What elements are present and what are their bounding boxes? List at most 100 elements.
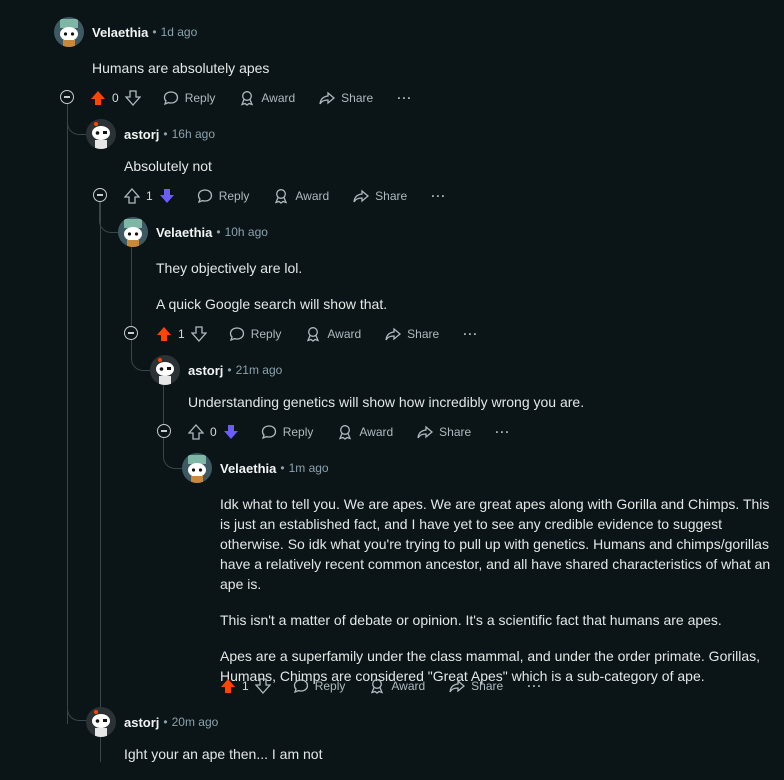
- comment-header: astorj • 21m ago: [150, 354, 282, 386]
- thread-line: [100, 202, 101, 762]
- snoo-avatar-icon: [188, 455, 206, 483]
- reply-label: Reply: [250, 327, 282, 341]
- collapse-button[interactable]: [124, 326, 138, 340]
- avatar[interactable]: [182, 453, 212, 483]
- speech-bubble-icon: [229, 327, 244, 342]
- upvote-arrow-icon[interactable]: [188, 424, 204, 440]
- thread-branch: [131, 340, 152, 371]
- share-label: Share: [439, 425, 472, 439]
- reply-button[interactable]: Reply: [163, 90, 215, 106]
- share-button[interactable]: Share: [385, 326, 439, 342]
- comment-actions: 1 Reply Award Share ···: [156, 320, 478, 348]
- timestamp[interactable]: 1m ago: [289, 461, 329, 475]
- award-label: Award: [261, 91, 296, 105]
- more-options-button[interactable]: ···: [397, 91, 412, 105]
- timestamp[interactable]: 10h ago: [225, 225, 268, 239]
- timestamp[interactable]: 20m ago: [172, 715, 219, 729]
- reply-button[interactable]: Reply: [293, 678, 345, 694]
- author-name[interactable]: astorj: [188, 363, 223, 378]
- comment-paragraph: They objectively are lol.: [156, 260, 303, 276]
- share-button[interactable]: Share: [319, 90, 373, 106]
- award-icon: [307, 327, 320, 342]
- award-label: Award: [327, 327, 362, 341]
- timestamp[interactable]: 21m ago: [236, 363, 283, 377]
- vote-count: 0: [210, 425, 217, 439]
- collapse-button[interactable]: [157, 424, 171, 438]
- author-name[interactable]: Velaethia: [220, 461, 276, 476]
- upvote-arrow-icon[interactable]: [124, 188, 140, 204]
- award-button[interactable]: Award: [273, 188, 329, 204]
- author-name[interactable]: astorj: [124, 127, 159, 142]
- timestamp[interactable]: 1d ago: [161, 25, 198, 39]
- comment-header: Velaethia • 1d ago: [54, 16, 197, 48]
- upvote-arrow-icon[interactable]: [220, 678, 236, 694]
- share-button[interactable]: Share: [449, 678, 503, 694]
- vote-count: 0: [112, 91, 119, 105]
- author-name[interactable]: Velaethia: [156, 225, 212, 240]
- award-button[interactable]: Award: [337, 424, 393, 440]
- downvote-arrow-icon[interactable]: [159, 188, 175, 204]
- award-button[interactable]: Award: [369, 678, 425, 694]
- speech-bubble-icon: [293, 679, 308, 694]
- upvote-arrow-icon[interactable]: [156, 326, 172, 342]
- comment-actions: 1 Reply Award Share ···: [220, 672, 542, 700]
- avatar[interactable]: [86, 119, 116, 149]
- comment-header: Velaethia • 1m ago: [182, 452, 329, 484]
- downvote-arrow-icon[interactable]: [254, 678, 271, 694]
- vote-count: 1: [178, 327, 185, 341]
- more-options-button[interactable]: ···: [527, 679, 542, 693]
- snoo-avatar-icon: [124, 219, 142, 247]
- more-options-button[interactable]: ···: [431, 189, 446, 203]
- share-arrow-icon: [353, 189, 370, 203]
- comment-body: Idk what to tell you. We are apes. We ar…: [220, 494, 776, 702]
- upvote-arrow-icon[interactable]: [90, 90, 106, 106]
- comment-header: astorj • 20m ago: [86, 706, 218, 738]
- share-button[interactable]: Share: [353, 188, 407, 204]
- award-button[interactable]: Award: [239, 90, 295, 106]
- share-label: Share: [375, 189, 408, 203]
- speech-bubble-icon: [197, 189, 212, 204]
- award-label: Award: [359, 425, 394, 439]
- avatar[interactable]: [118, 217, 148, 247]
- comment-paragraph: This isn't a matter of debate or opinion…: [220, 612, 722, 628]
- thread-line: [163, 384, 164, 424]
- share-button[interactable]: Share: [417, 424, 471, 440]
- collapse-button[interactable]: [60, 90, 74, 104]
- snoo-avatar-icon: [156, 358, 174, 385]
- reply-button[interactable]: Reply: [261, 424, 313, 440]
- downvote-arrow-icon[interactable]: [190, 326, 207, 342]
- downvote-arrow-icon[interactable]: [223, 424, 239, 440]
- reply-label: Reply: [218, 189, 250, 203]
- share-label: Share: [341, 91, 374, 105]
- timestamp[interactable]: 16h ago: [172, 127, 215, 141]
- comment-actions: 1 Reply Award Share ···: [124, 182, 446, 210]
- share-arrow-icon: [449, 679, 466, 693]
- reply-button[interactable]: Reply: [229, 326, 282, 342]
- snoo-avatar-icon: [60, 19, 78, 47]
- award-button[interactable]: Award: [305, 326, 361, 342]
- separator: •: [280, 461, 285, 475]
- author-name[interactable]: astorj: [124, 715, 159, 730]
- vote-controls: 0: [90, 90, 141, 106]
- vote-controls: 1: [220, 678, 271, 694]
- avatar[interactable]: [150, 355, 180, 385]
- comment-paragraph: Ight your an ape then... I am not: [124, 746, 323, 762]
- author-name[interactable]: Velaethia: [92, 25, 148, 40]
- comment-paragraph: Understanding genetics will show how inc…: [188, 394, 585, 410]
- comment-paragraph: Humans are absolutely apes: [92, 60, 270, 76]
- reply-button[interactable]: Reply: [197, 188, 250, 204]
- snoo-avatar-icon: [92, 710, 110, 737]
- collapse-button[interactable]: [93, 188, 107, 202]
- separator: •: [152, 25, 157, 39]
- thread-branch: [163, 438, 184, 469]
- downvote-arrow-icon[interactable]: [124, 90, 141, 106]
- vote-controls: 0: [188, 424, 239, 440]
- comment-paragraph: A quick Google search will show that.: [156, 296, 388, 312]
- award-icon: [371, 679, 384, 694]
- avatar[interactable]: [54, 17, 84, 47]
- comment-body: Ight your an ape then... I am not: [124, 744, 744, 780]
- avatar[interactable]: [86, 707, 116, 737]
- more-options-button[interactable]: ···: [495, 425, 510, 439]
- more-options-button[interactable]: ···: [463, 327, 478, 341]
- speech-bubble-icon: [261, 425, 276, 440]
